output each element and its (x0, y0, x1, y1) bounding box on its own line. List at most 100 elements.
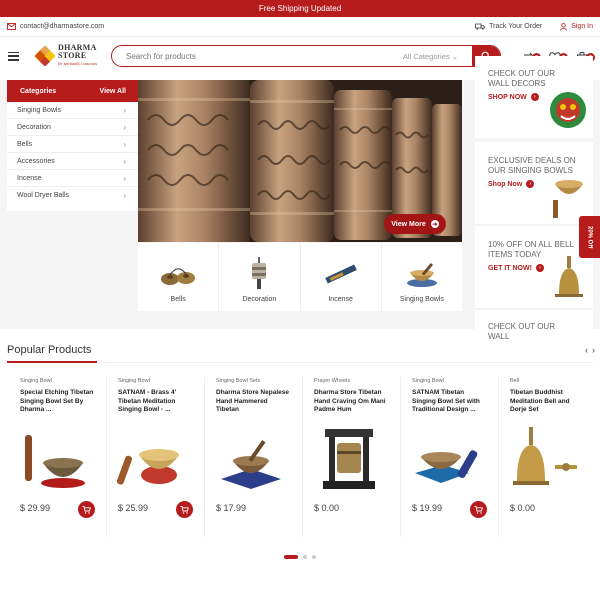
logo[interactable]: DHARMA STORE for spiritually conscious (35, 44, 105, 68)
promo-singing-bowls[interactable]: EXCLUSIVE DEALS ON OUR SINGING BOWLS Sho… (475, 142, 593, 224)
logo-name-2: STORE (58, 51, 87, 60)
user-icon (560, 22, 568, 31)
product-price: $ 0.00 (314, 503, 340, 513)
category-item-label: Decoration (17, 123, 51, 131)
arrow-right-icon: › (535, 264, 544, 272)
contact-email[interactable]: contact@dharmastore.com (20, 23, 104, 30)
bowl-image (553, 180, 583, 218)
promo-title: CHECK OUT OUR WALL (488, 322, 555, 341)
product-image (513, 427, 577, 485)
product-image (117, 449, 179, 485)
section-title: Popular Products (7, 344, 92, 356)
product-category: Singing Bowl (20, 378, 52, 384)
sign-in-link[interactable]: Sign In (571, 23, 593, 30)
product-card[interactable]: Singing Bowl Sets Dharma Store Nepalese … (205, 377, 303, 537)
product-category: Prayer Wheels (314, 378, 351, 384)
carousel-dot[interactable] (284, 555, 298, 559)
category-item-bells[interactable]: Bells › (7, 136, 138, 153)
product-name[interactable]: Dharma Store Nepalese Hand Hammered Tibe… (216, 389, 291, 415)
discount-tab[interactable]: 20% Off (579, 216, 600, 258)
category-item-decoration[interactable]: Decoration › (7, 119, 138, 136)
tile-label: Bells (170, 296, 186, 303)
tile-label: Singing Bowls (399, 296, 444, 303)
add-to-cart-button[interactable] (470, 501, 487, 518)
popular-section: Popular Products ‹ › (0, 342, 600, 363)
discount-tab-label: 20% Off (586, 225, 593, 249)
add-to-cart-button[interactable] (176, 501, 193, 518)
chevron-right-icon: › (123, 105, 126, 115)
product-name[interactable]: Dharma Store Tibetan Hand Craving Om Man… (314, 389, 389, 415)
tile-singing-bowls[interactable]: Singing Bowls (381, 243, 462, 311)
hero-banner[interactable]: View More ➜ (138, 80, 462, 242)
truck-icon (475, 23, 486, 30)
product-card[interactable]: Singing Bowl SATNAM - Brass 4' Tibetan M… (107, 377, 205, 537)
product-price: $ 29.99 (20, 503, 51, 513)
promo-wall-decors[interactable]: CHECK OUT OUR WALL DECORS SHOP NOW › (475, 56, 593, 138)
promo-wall-bottom[interactable]: CHECK OUT OUR WALL (475, 310, 593, 341)
tile-label: Decoration (242, 296, 277, 303)
singing-bowl-image (406, 262, 437, 287)
tile-decoration[interactable]: Decoration (219, 243, 300, 311)
promo-text: Free Shipping Updated (258, 4, 342, 13)
arrow-right-icon: ➜ (430, 220, 439, 228)
category-item-accessories[interactable]: Accessories › (7, 153, 138, 170)
product-name[interactable]: Special Etching Tibetan Singing Bowl Set… (20, 389, 95, 415)
category-item-label: Incense (17, 174, 42, 182)
search-input[interactable] (112, 46, 403, 66)
product-name[interactable]: SATNAM Tibetan Singing Bowl Set with Tra… (412, 389, 487, 415)
chevron-right-icon: › (123, 139, 126, 149)
carousel-dot[interactable] (312, 555, 316, 559)
category-select[interactable]: All Categories ⌄ (403, 52, 472, 61)
categories-header: Categories View All (7, 80, 138, 102)
tile-incense[interactable]: Incense (300, 243, 381, 311)
categories-title: Categories (20, 87, 57, 95)
product-price: $ 25.99 (118, 503, 149, 513)
category-item-incense[interactable]: Incense › (7, 170, 138, 187)
promo-cta-label: Shop Now (488, 180, 523, 188)
promo-cta-label: GET IT NOW! (488, 264, 532, 272)
promo-bell-items[interactable]: 10% OFF ON ALL BELL ITEMS TODAY GET IT N… (475, 226, 593, 308)
product-card[interactable]: Singing Bowl Special Etching Tibetan Sin… (9, 377, 107, 537)
view-more-button[interactable]: View More ➜ (384, 214, 446, 234)
categories-panel: Categories View All Singing Bowls › Decor… (7, 80, 138, 211)
hero-area: Categories View All Singing Bowls › Decor… (0, 56, 600, 341)
product-card[interactable]: Singing Bowl SATNAM Tibetan Singing Bowl… (401, 377, 499, 537)
tile-bells[interactable]: Bells (138, 243, 219, 311)
product-image (221, 440, 281, 489)
cart-icon (82, 505, 91, 514)
category-item-wool-dryer-balls[interactable]: Wool Dryer Balls › (7, 187, 138, 204)
category-item-singing-bowls[interactable]: Singing Bowls › (7, 102, 138, 119)
cart-icon (474, 505, 483, 514)
product-card[interactable]: Bell Tibetan Buddhist Meditation Bell an… (499, 377, 597, 537)
carousel-dot[interactable] (303, 555, 307, 559)
chevron-right-icon[interactable]: › (592, 345, 595, 355)
section-underline (7, 361, 593, 363)
promo-title: CHECK OUT OUR WALL DECORS (488, 69, 555, 88)
product-image (25, 435, 85, 488)
info-bar: contact@dharmastore.com Track Your Order… (0, 17, 600, 37)
product-card[interactable]: Prayer Wheels Dharma Store Tibetan Hand … (303, 377, 401, 537)
add-to-cart-button[interactable] (78, 501, 95, 518)
promo-cta-label: SHOP NOW (488, 93, 527, 101)
product-category: Singing Bowl Sets (216, 378, 261, 384)
product-name[interactable]: SATNAM - Brass 4' Tibetan Meditation Sin… (118, 389, 193, 415)
chevron-right-icon: › (123, 122, 126, 132)
category-tiles: Bells Decoration Incense Singing Bowls (138, 243, 462, 311)
chevron-left-icon[interactable]: ‹ (585, 345, 588, 355)
product-price: $ 0.00 (510, 503, 536, 513)
view-all-link[interactable]: View All (100, 88, 126, 95)
category-item-label: Bells (17, 140, 33, 148)
product-name[interactable]: Tibetan Buddhist Meditation Bell and Dor… (510, 389, 586, 415)
product-price: $ 17.99 (216, 503, 247, 513)
chevron-right-icon: › (123, 191, 126, 200)
arrow-right-icon: › (530, 93, 539, 101)
track-order-link[interactable]: Track Your Order (489, 23, 542, 30)
arrow-right-icon: › (526, 180, 535, 188)
logo-mark-icon (35, 46, 55, 66)
mask-image (550, 92, 586, 128)
menu-icon[interactable] (8, 51, 19, 61)
product-category: Singing Bowl (412, 378, 444, 384)
carousel-pagination (0, 555, 600, 559)
incense-image (324, 264, 357, 284)
product-image (415, 450, 478, 483)
